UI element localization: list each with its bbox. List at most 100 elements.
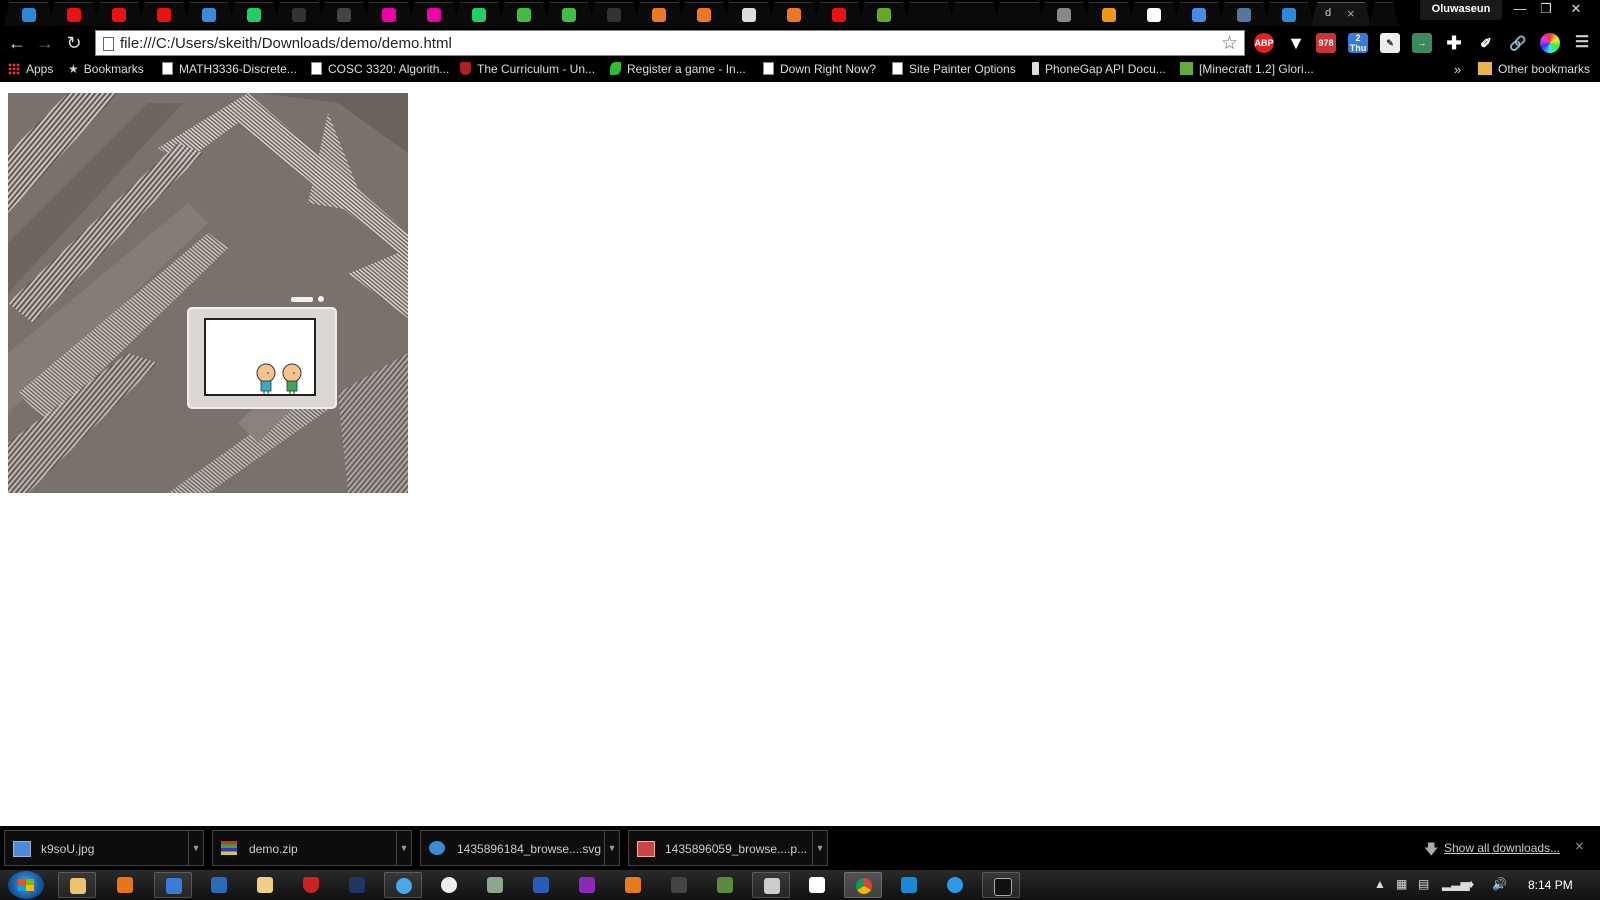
taskbar-onenote[interactable] [568, 872, 606, 898]
bookmark-apps[interactable]: Apps [8, 62, 53, 76]
browser-tab[interactable] [994, 2, 1044, 26]
browser-tab[interactable] [544, 2, 594, 26]
taskbar-pinned-app[interactable] [384, 872, 422, 898]
download-menu-chevron-icon[interactable]: ▼ [396, 831, 411, 865]
download-item[interactable]: k9soU.jpg ▼ [4, 830, 204, 866]
browser-tab[interactable] [409, 2, 459, 26]
menu-icon[interactable]: ☰ [1572, 33, 1592, 53]
browser-tab[interactable] [1039, 2, 1089, 26]
browser-tab[interactable] [769, 2, 819, 26]
tab-close-icon[interactable]: × [1347, 6, 1355, 21]
url-text[interactable]: file:///C:/Users/skeith/Downloads/demo/d… [120, 35, 452, 52]
taskbar-explorer[interactable] [58, 872, 96, 898]
taskbar-terminal[interactable] [338, 872, 376, 898]
browser-tab[interactable] [904, 2, 954, 26]
browser-tab[interactable] [1174, 2, 1224, 26]
close-icon[interactable]: ✕ [1562, 0, 1590, 18]
download-item[interactable]: 1435896184_browse....svg ▼ [420, 830, 620, 866]
browser-tab[interactable] [1264, 2, 1314, 26]
link-extension-icon[interactable]: 🔗 [1508, 33, 1528, 53]
reload-icon[interactable]: ↻ [62, 31, 86, 55]
note-extension-icon[interactable]: ✎ [1380, 33, 1400, 53]
browser-tab[interactable] [139, 2, 189, 26]
taskbar-obs[interactable] [430, 872, 468, 898]
browser-tab[interactable] [589, 2, 639, 26]
taskbar-support[interactable] [936, 872, 974, 898]
browser-tab[interactable] [1084, 2, 1134, 26]
browser-tab[interactable] [274, 2, 324, 26]
taskbar-media-player[interactable] [106, 872, 144, 898]
browser-tab[interactable] [949, 2, 999, 26]
taskbar-notepad[interactable] [154, 872, 192, 898]
taskbar-paint[interactable] [246, 872, 284, 898]
browser-tab[interactable] [319, 2, 369, 26]
system-clock[interactable]: 8:14 PM [1528, 878, 1573, 892]
bookmark-item[interactable]: COSC 3320: Algorith... [311, 62, 449, 76]
bookmark-star-icon[interactable]: ☆ [1221, 32, 1238, 55]
restore-icon[interactable]: ❐ [1532, 0, 1560, 18]
download-menu-chevron-icon[interactable]: ▼ [188, 831, 203, 865]
download-item[interactable]: demo.zip ▼ [212, 830, 412, 866]
taskbar-sublime[interactable] [614, 872, 652, 898]
taskbar-intel-xdk[interactable] [200, 872, 238, 898]
address-bar[interactable]: file:///C:/Users/skeith/Downloads/demo/d… [95, 30, 1245, 56]
taskbar-antivirus[interactable] [292, 872, 330, 898]
browser-tab[interactable] [454, 2, 504, 26]
download-menu-chevron-icon[interactable]: ▼ [812, 831, 827, 865]
browser-tab[interactable] [679, 2, 729, 26]
shield-extension-icon[interactable]: ▼ [1286, 33, 1306, 53]
browser-tab[interactable] [1129, 2, 1179, 26]
clipboard-tray-icon[interactable]: ▤ [1418, 877, 1429, 891]
close-downloads-icon[interactable]: × [1575, 838, 1584, 855]
profile-button[interactable]: Oluwaseun [1420, 0, 1502, 20]
bookmark-item[interactable]: MATH3336-Discrete... [162, 62, 297, 76]
taskbar-chrome[interactable] [844, 872, 882, 898]
demo-canvas[interactable] [8, 93, 408, 493]
browser-tab[interactable] [94, 2, 144, 26]
browser-tab[interactable] [1219, 2, 1269, 26]
signal-bars-icon[interactable]: ▂▃▅ [1442, 877, 1470, 891]
taskbar-utility[interactable] [890, 872, 928, 898]
windows-tray-icon[interactable]: ▦ [1396, 877, 1407, 891]
browser-tab[interactable] [724, 2, 774, 26]
taskbar-calendar[interactable] [798, 872, 836, 898]
taskbar-word[interactable] [522, 872, 560, 898]
bookmark-bookmarks[interactable]: ★ Bookmarks [68, 62, 144, 76]
bookmark-item[interactable]: Down Right Now? [763, 62, 876, 76]
bookmark-item[interactable]: Site Painter Options [892, 62, 1016, 76]
start-button[interactable] [8, 871, 44, 899]
taskbar-cmd[interactable] [982, 872, 1020, 898]
gmail-checker-icon[interactable]: 978 [1316, 33, 1336, 53]
color-picker-icon[interactable] [1540, 33, 1560, 53]
show-hidden-icons-icon[interactable]: ▲ [1374, 877, 1386, 891]
browser-tab[interactable] [229, 2, 279, 26]
bookmarks-overflow-chevron-icon[interactable]: » [1454, 62, 1461, 77]
taskbar-minecraft[interactable] [706, 872, 744, 898]
download-item[interactable]: 1435896059_browse....p... ▼ [628, 830, 828, 866]
back-icon[interactable]: ← [5, 31, 29, 55]
bookmark-item[interactable]: [Minecraft 1.2] Glori... [1180, 62, 1314, 76]
bookmark-item[interactable]: The Curriculum - Un... [460, 62, 595, 76]
taskbar-pen[interactable] [660, 872, 698, 898]
taskbar-calculator[interactable] [752, 872, 790, 898]
browser-tab[interactable] [364, 2, 414, 26]
browser-tab[interactable] [814, 2, 864, 26]
volume-icon[interactable]: 🔊 [1492, 877, 1507, 891]
browser-tab-active[interactable]: d × [1311, 2, 1371, 26]
show-all-downloads-link[interactable]: Show all downloads... [1444, 841, 1560, 855]
browser-tab[interactable] [4, 2, 54, 26]
browser-tab[interactable] [499, 2, 549, 26]
download-menu-chevron-icon[interactable]: ▼ [604, 831, 619, 865]
bookmark-item[interactable]: Register a game - In... [610, 62, 746, 76]
browser-tab[interactable] [49, 2, 99, 26]
other-bookmarks[interactable]: Other bookmarks [1478, 62, 1590, 76]
minimize-icon[interactable]: — [1506, 0, 1534, 18]
network-tray-icon[interactable]: ♦ [1468, 877, 1474, 891]
calendar-extension-icon[interactable]: 2 Thu [1348, 33, 1368, 53]
taskbar-network[interactable] [476, 872, 514, 898]
screen-capture-icon[interactable]: → [1412, 33, 1432, 53]
bookmark-item[interactable]: PhoneGap API Docu... [1032, 62, 1166, 76]
new-tab-button[interactable] [1369, 2, 1399, 26]
browser-tab[interactable] [184, 2, 234, 26]
forward-icon[interactable]: → [33, 31, 57, 55]
